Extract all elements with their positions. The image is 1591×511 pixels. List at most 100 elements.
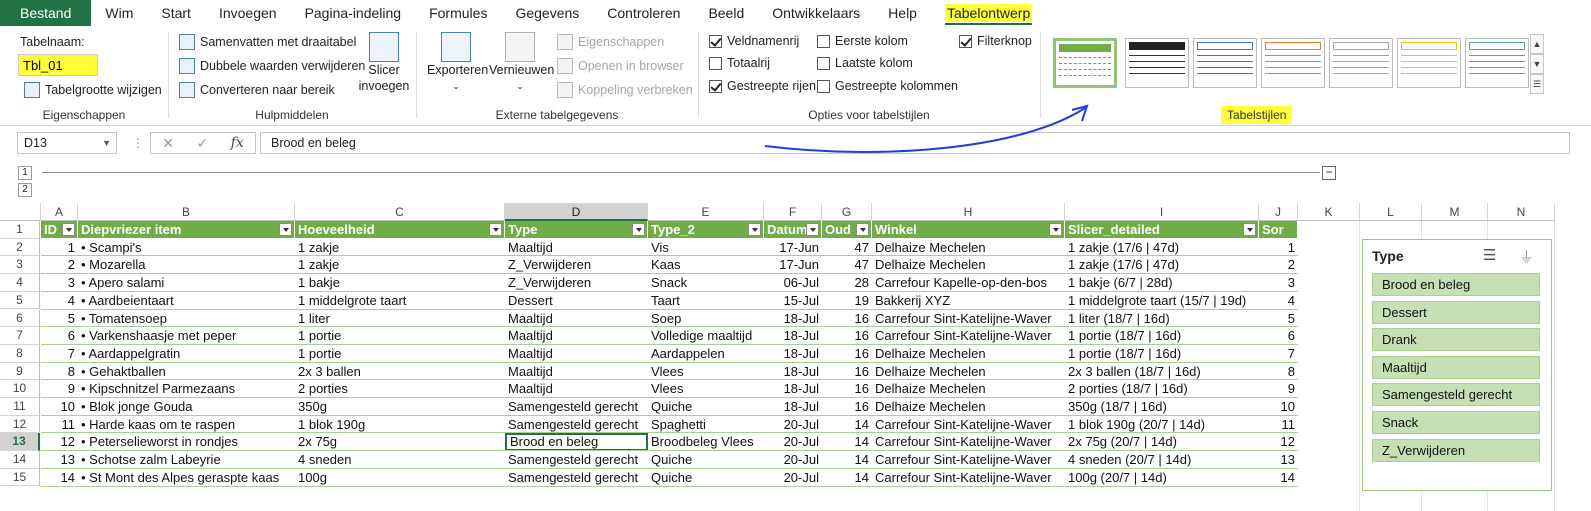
banded-columns-checkbox[interactable]: Gestreepte kolommen bbox=[817, 79, 958, 93]
table-cell[interactable]: Carrefour Sint-Katelijne-Waver bbox=[872, 451, 1065, 469]
table-cell[interactable]: Aardappelen bbox=[648, 345, 764, 363]
table-cell[interactable]: 4 sneden bbox=[295, 451, 505, 469]
table-cell[interactable]: 15-Jul bbox=[764, 292, 822, 310]
row-header-15[interactable]: 15 bbox=[0, 468, 40, 487]
table-cell[interactable]: 16 bbox=[822, 310, 872, 328]
filter-dropdown-icon[interactable] bbox=[62, 223, 75, 236]
table-cell[interactable]: 14 bbox=[822, 469, 872, 487]
table-cell[interactable]: 18-Jul bbox=[764, 398, 822, 416]
table-cell[interactable]: • Aardappelgratin bbox=[78, 345, 295, 363]
table-cell[interactable]: Vlees bbox=[648, 363, 764, 381]
table-cell[interactable]: Quiche bbox=[648, 469, 764, 487]
table-cell[interactable]: 8 bbox=[41, 363, 78, 381]
table-cell[interactable]: • Aardbeientaart bbox=[78, 292, 295, 310]
row-header-6[interactable]: 6 bbox=[0, 309, 40, 328]
table-cell[interactable]: 1 middelgrote taart bbox=[295, 292, 505, 310]
slicer-item-dessert[interactable]: Dessert bbox=[1372, 300, 1540, 324]
table-cell[interactable]: 14 bbox=[822, 416, 872, 434]
tab-start[interactable]: Start bbox=[147, 0, 205, 26]
table-cell[interactable]: • Scampi's bbox=[78, 239, 295, 257]
table-cell[interactable]: 18-Jul bbox=[764, 363, 822, 381]
table-header-id[interactable]: ID bbox=[41, 221, 77, 239]
table-cell[interactable]: 3 bbox=[41, 274, 78, 292]
column-header-h[interactable]: H bbox=[872, 203, 1065, 221]
table-cell[interactable]: Carrefour Sint-Katelijne-Waver bbox=[872, 327, 1065, 345]
table-cell[interactable]: 14 bbox=[822, 451, 872, 469]
table-header-oud[interactable]: Oud bbox=[822, 221, 871, 239]
table-cell[interactable]: 20-Jul bbox=[764, 433, 822, 451]
table-cell[interactable]: Kaas bbox=[648, 256, 764, 274]
worksheet-grid[interactable]: A B C D E F G H I J K L M N 1 2 3 4 5 6 7 8 9 10 11 12 13 14 15 ID Die… bbox=[0, 203, 1591, 511]
table-cell[interactable]: 1 portie bbox=[295, 327, 505, 345]
table-style-gold[interactable] bbox=[1397, 38, 1461, 88]
table-cell[interactable]: 1 zakje bbox=[295, 256, 505, 274]
row-header-14[interactable]: 14 bbox=[0, 451, 40, 469]
table-cell[interactable]: • Harde kaas om te raspen bbox=[78, 416, 295, 434]
table-cell[interactable]: 14 bbox=[41, 469, 78, 487]
outline-level-2-button[interactable]: 2 bbox=[18, 183, 32, 197]
column-header-i[interactable]: I bbox=[1065, 203, 1259, 221]
table-cell[interactable]: Maaltijd bbox=[505, 363, 648, 381]
table-cell[interactable]: Carrefour Sint-Katelijne-Waver bbox=[872, 469, 1065, 487]
table-cell[interactable]: 18-Jul bbox=[764, 327, 822, 345]
function-icon[interactable]: fx bbox=[231, 135, 244, 151]
table-cell[interactable]: 4 bbox=[1259, 292, 1298, 310]
outline-level-1-button[interactable]: 1 bbox=[18, 166, 32, 180]
table-cell[interactable]: 1 liter (18/7 | 16d) bbox=[1065, 310, 1259, 328]
table-cell[interactable]: 17-Jun bbox=[764, 239, 822, 257]
convert-range-button[interactable]: Converteren naar bereik bbox=[179, 82, 335, 98]
table-cell[interactable]: 17-Jun bbox=[764, 256, 822, 274]
table-cell[interactable]: 16 bbox=[822, 380, 872, 398]
column-header-c[interactable]: C bbox=[295, 203, 505, 221]
type-slicer[interactable]: Type ☰ ⏚ Brood en beleg Dessert Drank Maalt… bbox=[1362, 239, 1552, 491]
table-cell[interactable]: Delhaize Mechelen bbox=[872, 398, 1065, 416]
column-header-j[interactable]: J bbox=[1259, 203, 1298, 221]
table-cell[interactable]: Z_Verwijderen bbox=[505, 274, 648, 292]
multi-select-icon[interactable]: ☰ bbox=[1483, 246, 1496, 264]
tab-beeld[interactable]: Beeld bbox=[694, 0, 758, 26]
tab-bestand[interactable]: Bestand bbox=[0, 0, 92, 26]
table-style-green[interactable] bbox=[1053, 38, 1117, 88]
table-cell[interactable]: 6 bbox=[41, 327, 78, 345]
table-cell[interactable]: Taart bbox=[648, 292, 764, 310]
table-cell[interactable]: 7 bbox=[1259, 345, 1298, 363]
active-cell[interactable]: Brood en beleg bbox=[505, 433, 648, 452]
row-header-5[interactable]: 5 bbox=[0, 291, 40, 310]
table-cell[interactable]: • Varkenshaasje met peper bbox=[78, 327, 295, 345]
table-cell[interactable]: • Peterselieworst in rondjes bbox=[78, 433, 295, 451]
table-cell[interactable]: Carrefour Sint-Katelijne-Waver bbox=[872, 433, 1065, 451]
row-header-11[interactable]: 11 bbox=[0, 398, 40, 416]
gallery-scroll-down-button[interactable]: ▼ bbox=[1530, 54, 1544, 74]
slicer-item-maaltijd[interactable]: Maaltijd bbox=[1372, 355, 1540, 379]
table-cell[interactable]: 16 bbox=[822, 327, 872, 345]
name-box[interactable]: D13 ▼ bbox=[17, 132, 117, 154]
table-cell[interactable]: 2 bbox=[41, 256, 78, 274]
table-cell[interactable]: 18-Jul bbox=[764, 345, 822, 363]
table-cell[interactable]: 2 bbox=[1259, 256, 1298, 274]
table-cell[interactable]: Samengesteld gerecht bbox=[505, 416, 648, 434]
table-cell[interactable]: Carrefour Kapelle-op-den-bos bbox=[872, 274, 1065, 292]
table-cell[interactable]: 1 zakje (17/6 | 47d) bbox=[1065, 239, 1259, 257]
remove-duplicates-button[interactable]: Dubbele waarden verwijderen bbox=[179, 58, 365, 74]
table-cell[interactable]: 3 bbox=[1259, 274, 1298, 292]
table-cell[interactable]: 1 portie (18/7 | 16d) bbox=[1065, 327, 1259, 345]
filter-button-checkbox[interactable]: Filterknop bbox=[959, 34, 1032, 48]
table-cell[interactable]: Carrefour Sint-Katelijne-Waver bbox=[872, 310, 1065, 328]
table-cell[interactable]: 6 bbox=[1259, 327, 1298, 345]
column-header-m[interactable]: M bbox=[1422, 203, 1488, 221]
table-cell[interactable]: Maaltijd bbox=[505, 380, 648, 398]
table-cell[interactable]: • Apero salami bbox=[78, 274, 295, 292]
filter-dropdown-icon[interactable] bbox=[856, 223, 869, 236]
table-cell[interactable]: Delhaize Mechelen bbox=[872, 345, 1065, 363]
table-cell[interactable]: 2x 3 ballen (18/7 | 16d) bbox=[1065, 363, 1259, 381]
table-cell[interactable]: 10 bbox=[41, 398, 78, 416]
tab-controleren[interactable]: Controleren bbox=[593, 0, 694, 26]
filter-dropdown-icon[interactable] bbox=[1243, 223, 1256, 236]
table-cell[interactable]: Delhaize Mechelen bbox=[872, 256, 1065, 274]
table-cell[interactable]: Maaltijd bbox=[505, 310, 648, 328]
open-in-browser-button[interactable]: Openen in browser bbox=[557, 58, 684, 74]
table-cell[interactable]: 2x 75g bbox=[295, 433, 505, 451]
table-cell[interactable]: Delhaize Mechelen bbox=[872, 380, 1065, 398]
row-header-4[interactable]: 4 bbox=[0, 274, 40, 292]
table-cell[interactable]: 1 liter bbox=[295, 310, 505, 328]
